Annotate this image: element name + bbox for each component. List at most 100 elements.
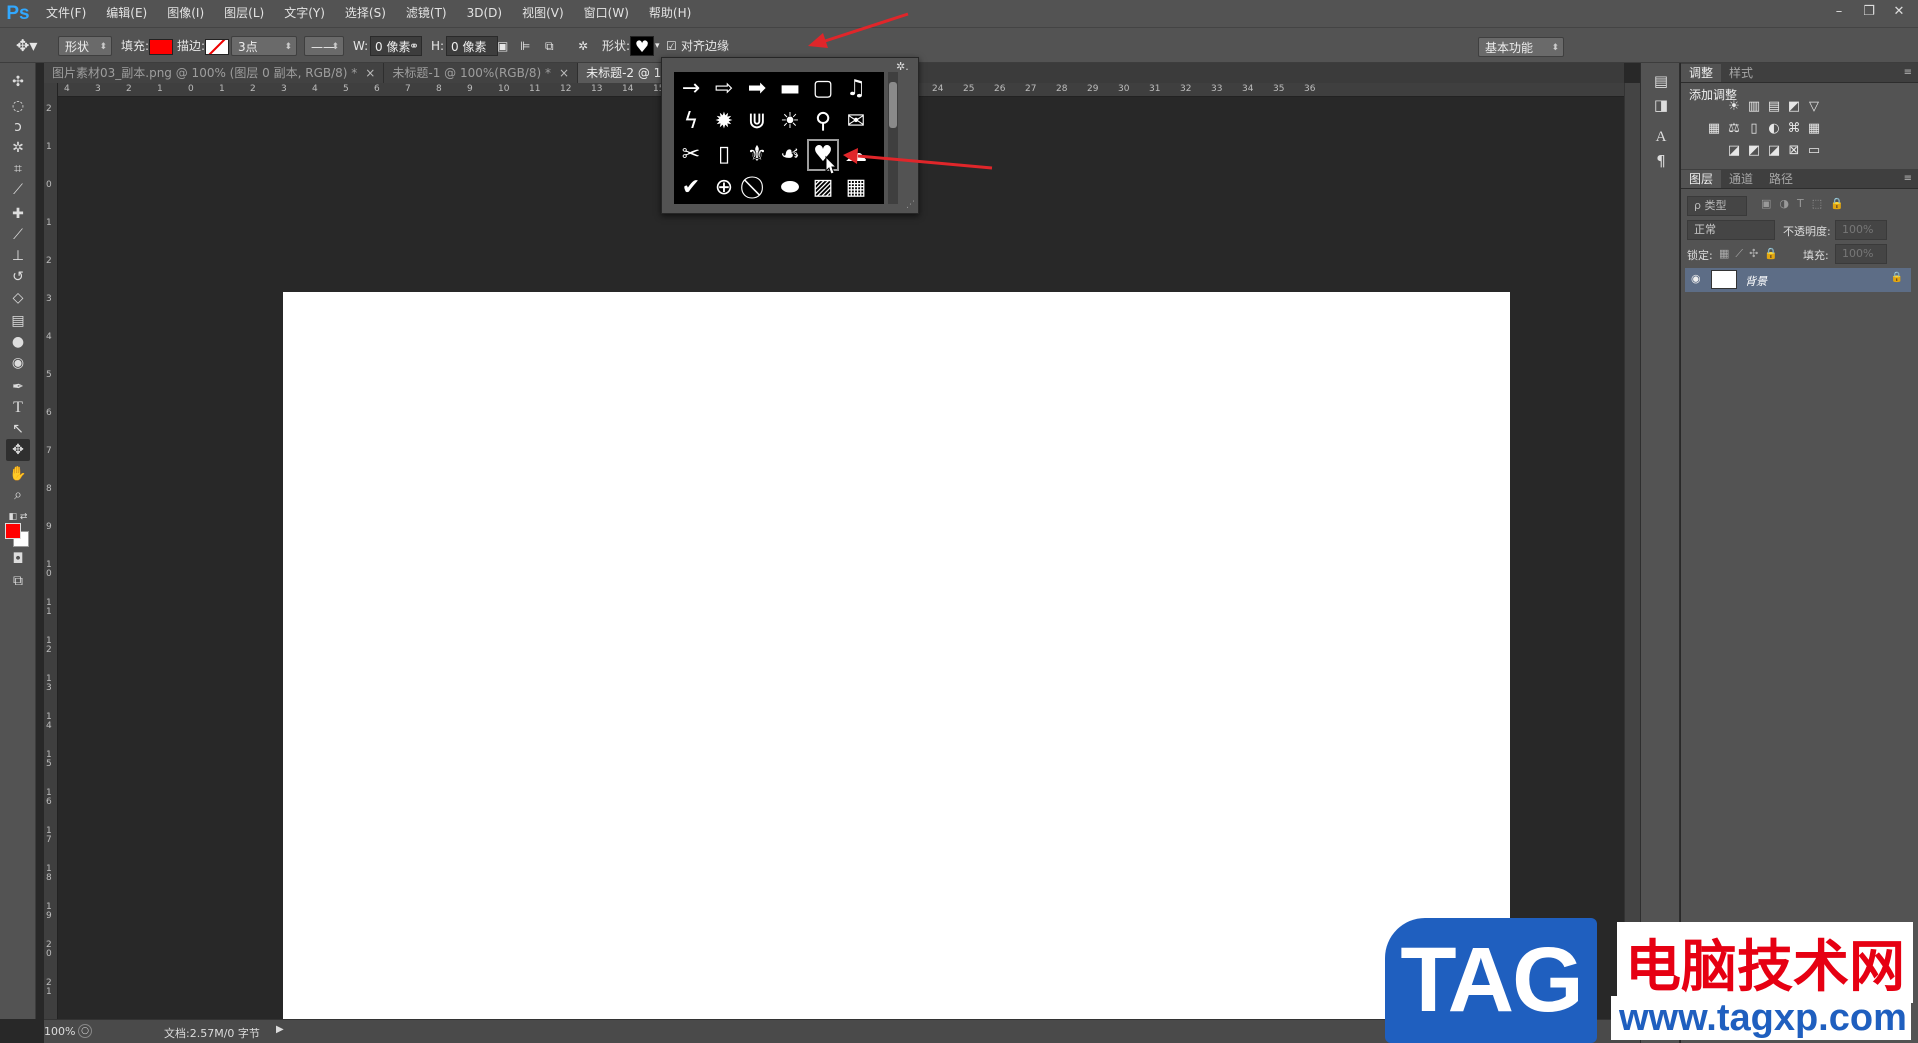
layer-row-background[interactable]: ◉ 背景 🔒 [1685, 268, 1911, 292]
adjustment-icon[interactable]: ◪ [1725, 143, 1743, 159]
tab-adjustments[interactable]: 调整 [1681, 64, 1722, 82]
canvas-vertical-scrollbar[interactable] [1624, 83, 1640, 1019]
crop-tool-icon[interactable]: ⌗ [6, 158, 30, 180]
workspace-dropdown[interactable]: 基本功能 [1478, 37, 1564, 58]
shape-snail-icon[interactable]: ☙ [774, 139, 806, 171]
properties-panel-icon[interactable]: ◨ [1651, 95, 1671, 115]
shape-scissors-icon[interactable]: ✂ [675, 139, 707, 171]
canvas-area[interactable] [58, 97, 1624, 1024]
menu-image[interactable]: 图像(I) [157, 0, 214, 27]
visibility-eye-icon[interactable]: ◉ [1691, 272, 1701, 285]
path-alignment-icon[interactable]: ⊫ [520, 36, 530, 56]
quick-mask-icon[interactable]: ◘ [6, 548, 30, 570]
screen-mode-icon[interactable]: ⧉ [6, 570, 30, 592]
adjustment-icon[interactable]: ⚖ [1725, 121, 1743, 137]
shape-light-bulb-icon[interactable]: ☀ [774, 106, 806, 138]
shape-fleur-de-lis-icon[interactable]: ⚜ [741, 139, 773, 171]
shape-burst-icon[interactable]: ✹ [708, 106, 740, 138]
marquee-tool-icon[interactable]: ◌ [6, 95, 30, 117]
shape-speech-bubble-icon[interactable]: ⬬ [774, 172, 806, 204]
link-icon[interactable]: ⚭ [409, 36, 419, 56]
shape-frame-icon[interactable]: ▢ [807, 73, 839, 105]
close-button[interactable]: ✕ [1886, 2, 1912, 22]
restore-button[interactable]: ❐ [1856, 2, 1882, 22]
gradient-tool-icon[interactable]: ▤ [6, 310, 30, 332]
shape-grass-icon[interactable]: ⋓ [741, 106, 773, 138]
adjustment-icon[interactable]: ⊠ [1785, 143, 1803, 159]
shape-heart-icon[interactable]: ♥ [807, 139, 839, 171]
shape-music-note-icon[interactable]: ♫ [840, 73, 872, 105]
shape-banner-icon[interactable]: ▬ [774, 73, 806, 105]
shape-puzzle-icon[interactable]: ☁ [840, 139, 872, 171]
lock-icons[interactable]: ▦⟋✣🔒 [1719, 247, 1784, 261]
status-menu-arrow-icon[interactable]: ▶ [276, 1024, 284, 1035]
shape-no-sign-icon[interactable]: ⃠ [741, 172, 773, 204]
fill-field[interactable]: 100% [1835, 244, 1887, 264]
stroke-swatch[interactable] [205, 36, 229, 56]
align-edges-checkbox[interactable]: ☑ [666, 36, 677, 56]
pen-tool-icon[interactable]: ✒ [6, 376, 30, 398]
shape-arrow-medium-icon[interactable]: ⇨ [708, 73, 740, 105]
shape-lightning-icon[interactable]: ϟ [675, 106, 707, 138]
eyedropper-tool-icon[interactable]: ⟋ [6, 179, 30, 201]
character-panel-icon[interactable]: A [1651, 127, 1671, 147]
adjustment-icon[interactable]: ◩ [1785, 99, 1803, 115]
adjustment-icon[interactable]: ▦ [1805, 121, 1823, 137]
adjustment-icon[interactable]: ▥ [1745, 99, 1763, 115]
fill-swatch[interactable] [149, 36, 173, 56]
panel-menu-icon[interactable]: ≡ [1904, 64, 1918, 82]
eraser-tool-icon[interactable]: ◇ [6, 287, 30, 309]
shape-checkmark-icon[interactable]: ✔ [675, 172, 707, 204]
stroke-type-dropdown[interactable]: —— [304, 36, 344, 57]
adjustment-icon[interactable]: ⌘ [1785, 121, 1803, 137]
shape-picker-arrow-icon[interactable]: ▾ [655, 36, 660, 56]
move-tool-icon[interactable]: ✣ [6, 71, 30, 93]
dodge-tool-icon[interactable]: ◉ [6, 352, 30, 374]
shape-preview-heart-icon[interactable]: ♥ [630, 36, 654, 56]
hand-tool-icon[interactable]: ✋ [6, 463, 30, 485]
height-field[interactable]: 0 像素 [446, 36, 498, 56]
zoom-tool-icon[interactable]: ⌕ [6, 484, 30, 506]
tab-styles[interactable]: 样式 [1721, 64, 1761, 82]
layer-name[interactable]: 背景 [1745, 273, 1767, 289]
blend-mode-dropdown[interactable]: 正常 [1687, 220, 1775, 240]
clone-stamp-tool-icon[interactable]: ⊥ [6, 245, 30, 267]
shape-pushpin-icon[interactable]: ⚲ [807, 106, 839, 138]
path-selection-tool-icon[interactable]: ↖ [6, 418, 30, 440]
shape-blank-frame-icon[interactable]: ▯ [708, 139, 740, 171]
panel-menu-icon[interactable]: ≡ [1904, 170, 1918, 188]
menu-view[interactable]: 视图(V) [512, 0, 574, 27]
shape-hatch-icon[interactable]: ▨ [807, 172, 839, 204]
shape-checkerboard-icon[interactable]: ▦ [840, 172, 872, 204]
menu-select[interactable]: 选择(S) [335, 0, 396, 27]
adjustment-icon[interactable]: ▯ [1745, 121, 1763, 137]
pixel-filter-icon[interactable]: ▣ [1761, 197, 1771, 210]
tab-layers[interactable]: 图层 [1681, 170, 1722, 188]
tab-close-icon[interactable]: × [365, 66, 375, 80]
adjustment-icon[interactable]: ▦ [1705, 121, 1723, 137]
shape-filter-icon[interactable]: ⬚ [1812, 197, 1822, 210]
tab-close-icon[interactable]: × [559, 66, 569, 80]
adjustment-icon[interactable]: ▽ [1805, 99, 1823, 115]
zoom-level[interactable]: 100% [44, 1025, 75, 1038]
paragraph-panel-icon[interactable]: ¶ [1651, 151, 1671, 171]
history-panel-icon[interactable]: ▤ [1651, 71, 1671, 91]
foreground-color-swatch[interactable] [5, 523, 21, 539]
shape-arrow-bold-icon[interactable]: ➡ [741, 73, 773, 105]
picker-resize-grip-icon[interactable]: ⋰ [906, 200, 915, 210]
picker-scroll-thumb[interactable] [889, 82, 897, 128]
minimize-button[interactable]: – [1826, 2, 1852, 22]
menu-3d[interactable]: 3D(D) [457, 0, 512, 27]
blur-tool-icon[interactable]: ● [6, 331, 30, 353]
path-operations-icon[interactable]: ▣ [497, 36, 508, 56]
path-arrangement-icon[interactable]: ⧉ [545, 36, 554, 56]
magic-wand-tool-icon[interactable]: ✲ [6, 137, 30, 159]
menu-filter[interactable]: 滤镜(T) [396, 0, 457, 27]
layer-filter-kind-dropdown[interactable]: ρ 类型 [1687, 196, 1747, 216]
menu-layer[interactable]: 图层(L) [214, 0, 274, 27]
type-filter-icon[interactable]: T [1797, 197, 1804, 210]
shape-target-icon[interactable]: ⊕ [708, 172, 740, 204]
type-tool-icon[interactable]: T [6, 397, 30, 419]
custom-shape-tool-icon[interactable]: ✥ [6, 439, 30, 461]
adjustment-filter-icon[interactable]: ◑ [1779, 197, 1789, 210]
